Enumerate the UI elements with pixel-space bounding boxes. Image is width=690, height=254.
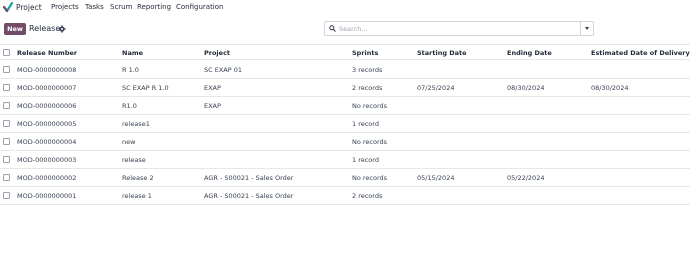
column-header-project[interactable]: Project [204,49,230,57]
sprints-cell: 1 record [352,156,379,164]
release-number-cell: MOD-0000000002 [17,174,77,182]
starting-date-cell: 05/15/2024 [417,174,455,182]
row-checkbox[interactable] [3,84,10,91]
sprints-cell: No records [352,138,388,146]
project-app-logo-icon[interactable] [3,2,13,13]
ending-date-cell: 08/30/2024 [507,84,545,92]
release-number-cell: MOD-0000000001 [17,192,77,200]
search-box [324,21,580,36]
menu-reporting[interactable]: Reporting [137,3,171,11]
top-navbar: Project Projects Tasks Scrum Reporting C… [0,0,690,16]
project-cell: AGR - S00021 - Sales Order [204,174,294,182]
column-header-ending-date[interactable]: Ending Date [507,49,552,57]
name-cell: SC EXAP R 1.0 [122,84,169,92]
sprints-cell: 3 records [352,66,383,74]
sprints-cell: 2 records [352,192,383,200]
sprints-cell: 1 record [352,120,379,128]
chevron-down-icon [585,27,589,30]
sprints-cell: 2 records [352,84,383,92]
app-name[interactable]: Project [16,3,42,12]
menu-scrum[interactable]: Scrum [110,3,132,11]
name-cell: R 1.0 [122,66,139,74]
ending-date-cell: 05/22/2024 [507,174,545,182]
project-cell: EXAP [204,84,221,92]
table-row[interactable]: MOD-0000000005 release1 1 record [0,115,690,133]
name-cell: release [122,156,146,164]
row-checkbox[interactable] [3,66,10,73]
menu-configuration[interactable]: Configuration [176,3,223,11]
table-row[interactable]: MOD-0000000002 Release 2 AGR - S00021 - … [0,169,690,187]
select-all-checkbox[interactable] [3,49,10,56]
release-number-cell: MOD-0000000004 [17,138,77,146]
release-number-cell: MOD-0000000007 [17,84,77,92]
column-header-name[interactable]: Name [122,49,143,57]
release-number-cell: MOD-0000000006 [17,102,77,110]
name-cell: R1.0 [122,102,137,110]
row-checkbox[interactable] [3,120,10,127]
row-checkbox[interactable] [3,174,10,181]
table-row[interactable]: MOD-0000000004 new No records [0,133,690,151]
name-cell: release 1 [122,192,152,200]
row-checkbox[interactable] [3,138,10,145]
project-cell: SC EXAP 01 [204,66,242,74]
menu-projects[interactable]: Projects [51,3,79,11]
new-button[interactable]: New [4,23,26,35]
delivery-date-cell: 08/30/2024 [591,84,629,92]
table-row[interactable]: MOD-0000000006 R1.0 EXAP No records [0,97,690,115]
row-checkbox[interactable] [3,102,10,109]
table-row[interactable]: MOD-0000000001 release 1 AGR - S00021 - … [0,187,690,205]
name-cell: release1 [122,120,150,128]
name-cell: Release 2 [122,174,154,182]
sprints-cell: No records [352,174,388,182]
menu-tasks[interactable]: Tasks [85,3,104,11]
table-row[interactable]: MOD-0000000008 R 1.0 SC EXAP 01 3 record… [0,61,690,79]
release-number-cell: MOD-0000000008 [17,66,77,74]
column-header-sprints[interactable]: Sprints [352,49,378,57]
name-cell: new [122,138,136,146]
project-cell: EXAP [204,102,221,110]
release-number-cell: MOD-0000000003 [17,156,77,164]
column-header-estimated-delivery[interactable]: Estimated Date of Delivery [591,49,690,57]
table-header: Release Number Name Project Sprints Star… [0,44,690,60]
search-options-toggle[interactable] [580,21,594,36]
sprints-cell: No records [352,102,388,110]
starting-date-cell: 07/25/2024 [417,84,455,92]
search-input[interactable] [339,23,569,34]
column-header-starting-date[interactable]: Starting Date [417,49,467,57]
row-checkbox[interactable] [3,192,10,199]
column-header-release-number[interactable]: Release Number [17,49,77,57]
table-row[interactable]: MOD-0000000003 release 1 record [0,151,690,169]
breadcrumb-title: Release [29,24,61,33]
release-number-cell: MOD-0000000005 [17,120,77,128]
project-cell: AGR - S00021 - Sales Order [204,192,294,200]
gear-icon[interactable] [58,25,66,33]
row-checkbox[interactable] [3,156,10,163]
table-row[interactable]: MOD-0000000007 SC EXAP R 1.0 EXAP 2 reco… [0,79,690,97]
search-icon [329,25,336,32]
